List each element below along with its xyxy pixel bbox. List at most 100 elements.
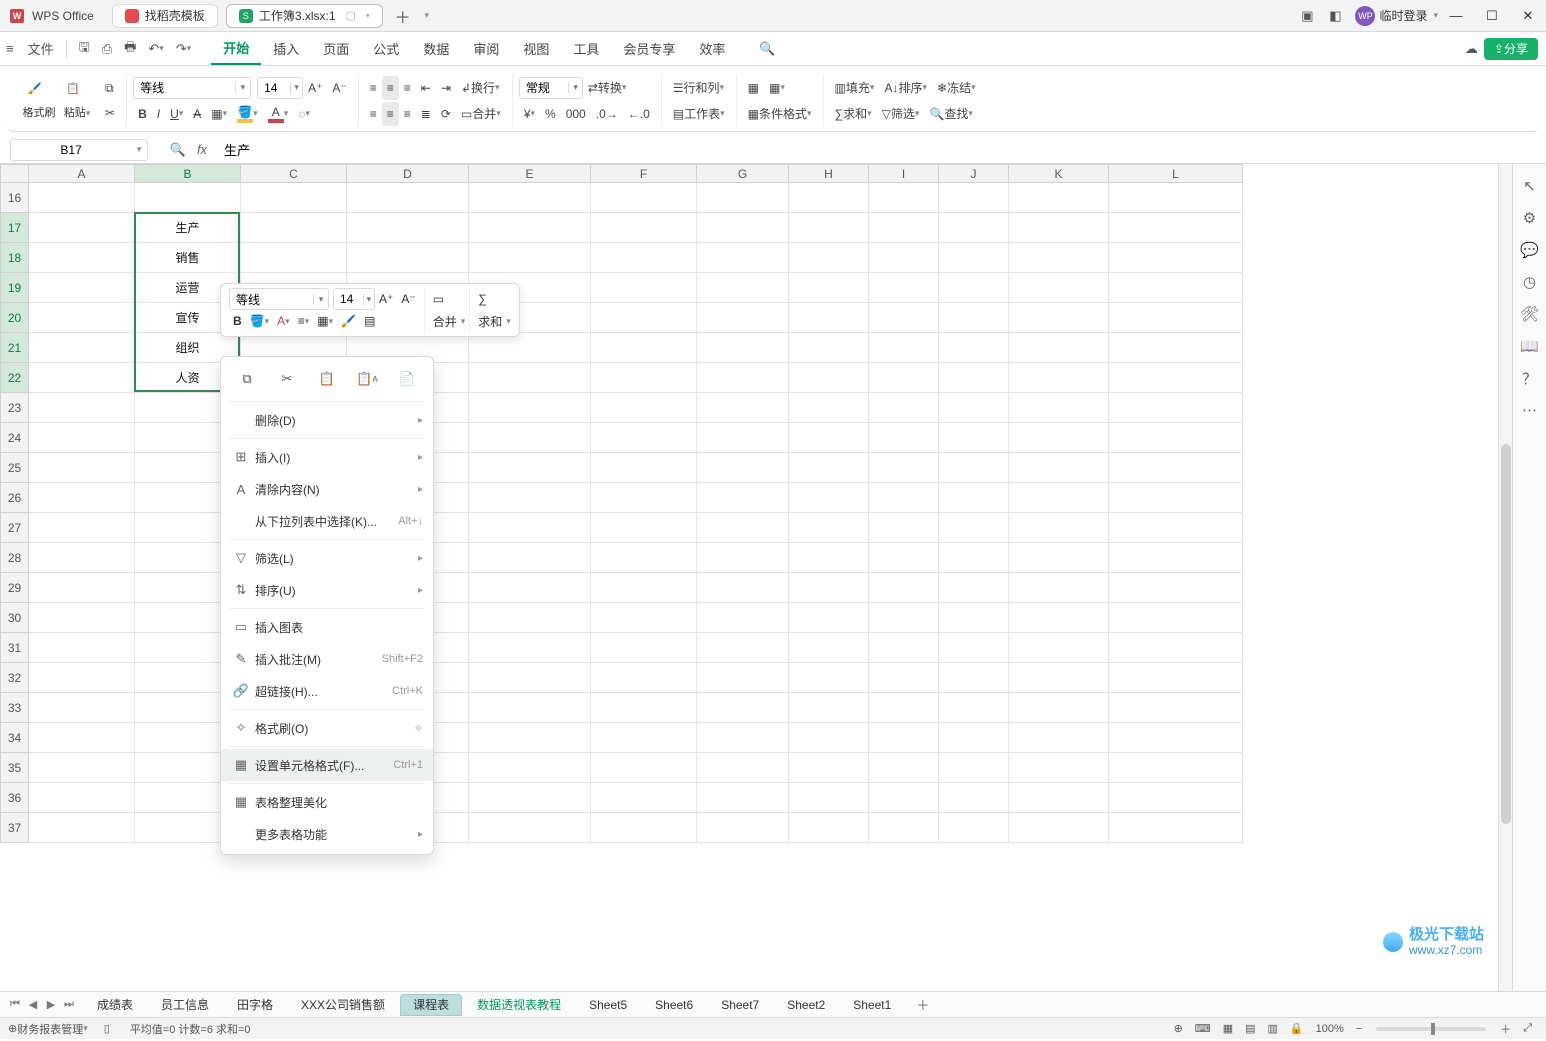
cell-L25[interactable] [1109,453,1243,483]
cell-D17[interactable] [347,213,469,243]
cell-L31[interactable] [1109,633,1243,663]
cell-G23[interactable] [697,393,789,423]
cell-F37[interactable] [591,813,697,843]
cell-K28[interactable] [1009,543,1109,573]
cell-H29[interactable] [789,573,869,603]
row-header-27[interactable]: 27 [1,513,29,543]
cell-E34[interactable] [469,723,591,753]
row-header-37[interactable]: 37 [1,813,29,843]
window-split-icon[interactable]: ▢ [346,9,356,22]
ctx-paste-icon[interactable]: 📋 [314,367,340,391]
cell-I35[interactable] [869,753,939,783]
dec-decrease-icon[interactable]: ←.0 [623,102,655,126]
cell-I24[interactable] [869,423,939,453]
cell-E33[interactable] [469,693,591,723]
doc-tab-workbook[interactable]: S 工作簿3.xlsx:1 ▢ • [226,4,383,28]
cell-K27[interactable] [1009,513,1109,543]
cell-H31[interactable] [789,633,869,663]
cell-H26[interactable] [789,483,869,513]
sheet-tab-Sheet5[interactable]: Sheet5 [576,994,640,1016]
orientation-icon[interactable]: ⟳ [436,102,456,126]
cursor-icon[interactable]: ↖ [1516,170,1544,202]
cell-H33[interactable] [789,693,869,723]
mini-align-icon[interactable]: ≡▾ [294,314,314,328]
close-window-button[interactable]: ✕ [1510,2,1546,30]
ctx-item-11[interactable]: ▦ 表格整理美化 [221,786,433,818]
cell-J19[interactable] [939,273,1009,303]
strike-button[interactable]: A [188,102,206,126]
print-icon[interactable]: ⎙ [96,35,118,63]
ctx-copy-icon[interactable]: ⧉ [234,367,260,391]
redo-button[interactable]: ↷▾ [170,35,197,63]
book-icon[interactable]: 📖 [1516,330,1544,362]
cell-F22[interactable] [591,363,697,393]
row-header-31[interactable]: 31 [1,633,29,663]
cell-G37[interactable] [697,813,789,843]
vertical-scrollbar[interactable] [1498,164,1512,991]
cell-A17[interactable] [29,213,135,243]
cell-D16[interactable] [347,183,469,213]
keyboard-icon[interactable]: ⌨ [1189,1022,1217,1035]
grid[interactable]: ABCDEFGHIJKL1617生产18销售19运营20宣传21组织22人资23… [0,164,1498,991]
paste-button[interactable]: 📋粘贴▾ [58,82,96,120]
col-header-K[interactable]: K [1009,165,1109,183]
mini-inc-font-icon[interactable]: A⁺ [375,292,397,306]
row-header-36[interactable]: 36 [1,783,29,813]
cell-E16[interactable] [469,183,591,213]
thousand-icon[interactable]: 000 [561,102,591,126]
cell-F34[interactable] [591,723,697,753]
cell-L27[interactable] [1109,513,1243,543]
tab-close-icon[interactable]: • [366,10,370,22]
cell-A37[interactable] [29,813,135,843]
search-icon[interactable]: 🔍 [753,35,781,63]
cell-J36[interactable] [939,783,1009,813]
ctx-item-8[interactable]: 🔗 超链接(H)... Ctrl+K [221,675,433,707]
cell-F23[interactable] [591,393,697,423]
cell-C18[interactable] [241,243,347,273]
cell-J29[interactable] [939,573,1009,603]
mini-style-icon[interactable]: ▤ [360,314,379,328]
row-header-21[interactable]: 21 [1,333,29,363]
cell-A20[interactable] [29,303,135,333]
cell-L35[interactable] [1109,753,1243,783]
cell-F35[interactable] [591,753,697,783]
row-header-24[interactable]: 24 [1,423,29,453]
indent-increase-icon[interactable]: ⇥ [436,76,456,100]
cell-B18[interactable]: 销售 [135,243,241,273]
font-family-select[interactable]: ▾ [133,77,251,99]
mini-font-size[interactable]: ▾ [333,288,375,310]
cell-J23[interactable] [939,393,1009,423]
cell-J20[interactable] [939,303,1009,333]
sheet-tab-田字格[interactable]: 田字格 [224,994,286,1016]
row-header-34[interactable]: 34 [1,723,29,753]
cell-L26[interactable] [1109,483,1243,513]
minimize-button[interactable]: — [1438,2,1474,30]
align-left-icon[interactable]: ≡ [365,102,382,126]
sheet-tab-Sheet6[interactable]: Sheet6 [642,994,706,1016]
align-top-icon[interactable]: ≡ [365,76,382,100]
cell-K22[interactable] [1009,363,1109,393]
ctx-item-12[interactable]: 更多表格功能 ▸ [221,818,433,850]
cell-A16[interactable] [29,183,135,213]
cell-I36[interactable] [869,783,939,813]
menu-tab-审阅[interactable]: 审阅 [461,32,511,65]
row-header-17[interactable]: 17 [1,213,29,243]
indent-decrease-icon[interactable]: ⇤ [416,76,436,100]
italic-button[interactable]: I [152,102,165,126]
mini-merge-icon[interactable]: ▭ [429,292,448,306]
cell-J25[interactable] [939,453,1009,483]
cell-L20[interactable] [1109,303,1243,333]
cell-J24[interactable] [939,423,1009,453]
cell-A24[interactable] [29,423,135,453]
cell-C17[interactable] [241,213,347,243]
cell-A23[interactable] [29,393,135,423]
row-header-32[interactable]: 32 [1,663,29,693]
cell-J32[interactable] [939,663,1009,693]
cell-E37[interactable] [469,813,591,843]
cell-H30[interactable] [789,603,869,633]
cell-K20[interactable] [1009,303,1109,333]
cell-A30[interactable] [29,603,135,633]
cell-K32[interactable] [1009,663,1109,693]
sheet-tab-Sheet2[interactable]: Sheet2 [774,994,838,1016]
cell-I27[interactable] [869,513,939,543]
